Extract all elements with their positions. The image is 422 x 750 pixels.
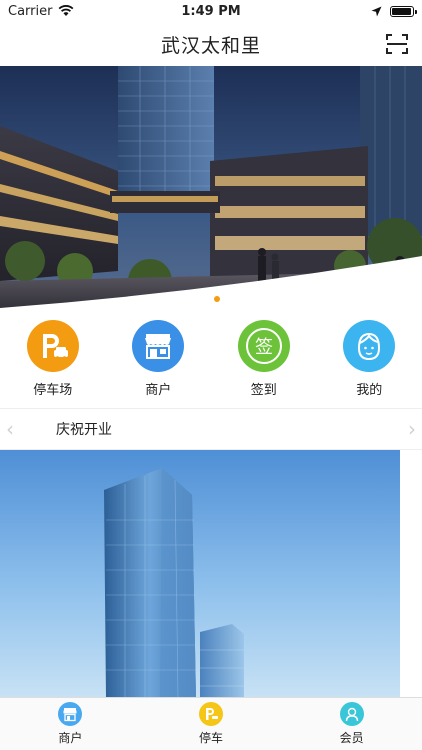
promo-image[interactable] (0, 450, 400, 698)
quick-label: 停车场 (33, 383, 73, 398)
tab-label: 会员 (339, 731, 364, 745)
announcement-text: 庆祝开业 (56, 422, 112, 438)
quick-item-parking[interactable]: 停车场 (13, 320, 93, 402)
parking-icon (198, 702, 223, 726)
tab-parking[interactable]: 停车 (166, 698, 256, 750)
carousel-dot[interactable] (214, 296, 220, 302)
chevron-left-icon[interactable]: ‹ (0, 417, 20, 441)
svg-text:签: 签 (255, 337, 273, 358)
scan-icon (386, 34, 408, 54)
status-bar: Carrier 1:49 PM (0, 0, 422, 22)
carousel-indicator (0, 296, 422, 302)
store-icon (132, 320, 185, 372)
status-time: 1:49 PM (181, 3, 241, 19)
banner-curve (0, 256, 422, 316)
profile-icon (343, 320, 396, 372)
tab-bar: 商户 停车 会员 (0, 697, 422, 750)
page-title: 武汉太和里 (160, 34, 261, 57)
announcement-bar[interactable]: ‹ 庆祝开业 › (0, 408, 422, 450)
quick-item-stores[interactable]: 商户 (118, 320, 198, 402)
quick-menu: 停车场 商户 签 签到 我的 (0, 320, 422, 402)
quick-label: 我的 (356, 383, 383, 398)
quick-label: 签到 (250, 383, 277, 398)
nav-bar: 武汉太和里 (0, 22, 422, 66)
battery-level (392, 7, 411, 15)
tower-image (0, 450, 400, 698)
quick-item-checkin[interactable]: 签 签到 (224, 320, 304, 402)
tab-label: 停车 (198, 731, 223, 745)
chevron-right-icon[interactable]: › (402, 417, 422, 441)
checkin-icon: 签 (237, 320, 290, 372)
carousel-dot[interactable] (202, 296, 208, 302)
battery-icon (390, 5, 417, 17)
tab-stores[interactable]: 商户 (25, 698, 115, 750)
tab-label: 商户 (58, 731, 83, 745)
store-icon (58, 702, 83, 726)
tab-member[interactable]: 会员 (307, 698, 397, 750)
banner-carousel[interactable] (0, 66, 422, 316)
parking-icon (26, 320, 79, 372)
member-icon (339, 702, 364, 726)
quick-item-profile[interactable]: 我的 (329, 320, 409, 402)
scan-button[interactable] (384, 31, 410, 57)
quick-label: 商户 (145, 383, 172, 398)
